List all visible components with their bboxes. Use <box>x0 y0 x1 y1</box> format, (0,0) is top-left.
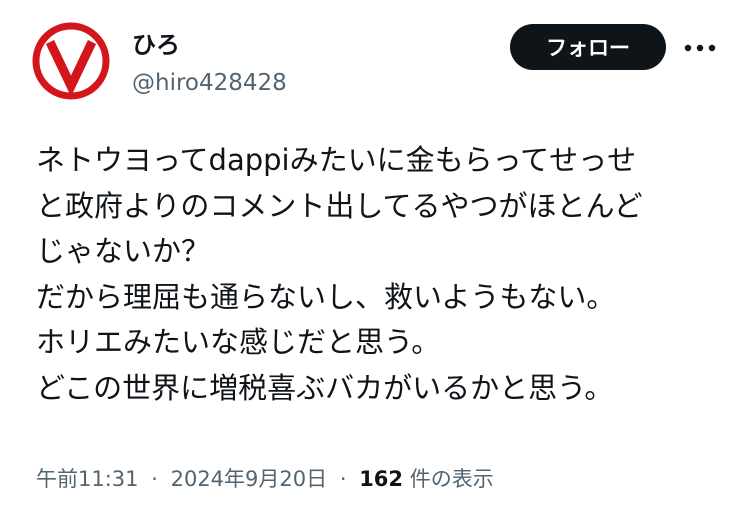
views-label[interactable]: 件の表示 <box>410 467 494 491</box>
tweet-line: ホリエみたいな感じだと思う。 <box>36 325 441 359</box>
tweet-line: と政府よりのコメント出してるやつがほとんど <box>36 188 643 223</box>
tweet-line: じゃないか？ <box>36 234 211 268</box>
meta-separator: · <box>151 467 158 491</box>
avatar[interactable] <box>32 22 110 100</box>
user-handle[interactable]: @hiro428428 <box>132 68 287 98</box>
more-dots-icon <box>684 44 716 52</box>
tweet-card: ひろ @hiro428428 フォロー ネトウヨってdappiみたいに金もらって… <box>0 0 750 522</box>
v-logo-avatar-icon <box>32 22 110 100</box>
tweet-line: だから理屈も通らないし、救いようもない。 <box>36 279 616 314</box>
meta-separator: · <box>339 467 347 491</box>
tweet-meta: 午前11:31 · 2024年9月20日 · 162 件の表示 <box>36 464 494 494</box>
tweet-line: どこの世界に増税喜ぶバカがいるかと思う。 <box>36 370 614 405</box>
tweet-line: ネトウヨってdappiみたいに金もらってせっせ <box>36 143 637 177</box>
follow-button[interactable]: フォロー <box>510 24 666 70</box>
tweet-time[interactable]: 午前11:31 <box>36 467 139 491</box>
view-count[interactable]: 162 <box>359 467 403 491</box>
display-name[interactable]: ひろ <box>132 30 180 60</box>
tweet-date[interactable]: 2024年9月20日 <box>171 467 328 491</box>
tweet-text: ネトウヨってdappiみたいに金もらってせっせ と政府よりのコメント出してるやつ… <box>36 138 726 411</box>
more-options-button[interactable] <box>680 30 720 66</box>
